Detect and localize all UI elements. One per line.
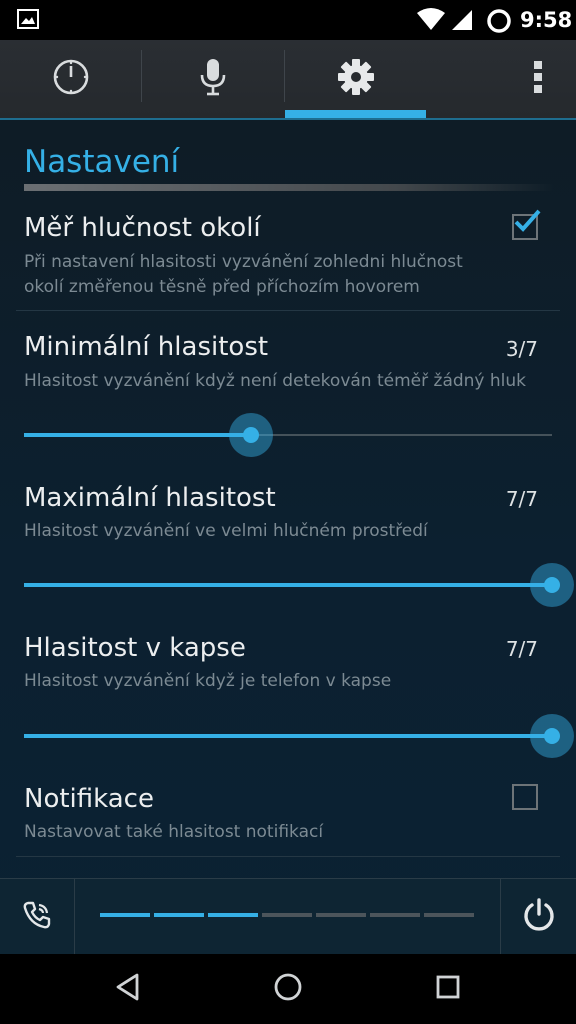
slider-thumb[interactable] [544,728,560,744]
level-segment [424,913,474,917]
pref-notifications-summary: Nastavovat také hlasitost notifikací [24,822,324,842]
clock-icon [52,58,90,100]
pref-min-volume-title: Minimální hlasitost [24,332,269,362]
sound-level-meter [100,913,474,917]
pref-min-volume-value: 3/7 [505,337,538,361]
divider [16,856,560,857]
level-segment [370,913,420,917]
tab-bar [0,40,576,120]
home-icon [273,972,303,1006]
microphone-icon [198,57,228,101]
back-icon [113,972,143,1006]
pref-measure-noise-title: Měř hlučnost okolí [24,213,261,243]
sync-ring-icon [486,8,512,38]
pref-pocket-volume-title: Hlasitost v kapse [24,633,246,663]
selected-tab-indicator [285,110,426,118]
system-nav-bar [0,954,576,1024]
pref-pocket-volume-value: 7/7 [505,637,538,661]
min-volume-slider[interactable] [24,413,552,457]
pref-max-volume-summary: Hlasitost vyzvánění ve velmi hlučném pro… [24,521,428,541]
divider [16,310,560,311]
level-segment [100,913,150,917]
recents-button[interactable] [393,954,503,1024]
cell-signal-icon [450,8,474,36]
pref-pocket-volume-summary: Hlasitost vyzvánění když je telefon v ka… [24,671,392,691]
pocket-volume-slider[interactable] [24,714,574,758]
overflow-menu-icon [532,59,544,99]
notifications-checkbox[interactable] [512,784,538,810]
pref-notifications-title: Notifikace [24,784,154,814]
recents-icon [435,974,461,1004]
tab-mic[interactable] [142,40,284,118]
slider-fill [24,433,251,437]
settings-list: Nastavení Měř hlučnost okolí Při nastave… [0,122,576,878]
power-button[interactable] [500,879,576,954]
gear-icon [337,58,375,100]
checkmark-icon [514,209,541,232]
app-screen: 9:58 Nastavení Měř hlučnost okolí Při na… [0,0,576,1024]
level-segment [262,913,312,917]
bottom-bar [0,878,576,954]
slider-thumb[interactable] [243,427,259,443]
pref-max-volume-title: Maximální hlasitost [24,483,276,513]
status-time: 9:58 [520,8,573,32]
level-segment [208,913,258,917]
power-icon [521,897,557,937]
gallery-notification-icon [17,9,39,33]
slider-thumb[interactable] [544,577,560,593]
section-divider [24,184,554,191]
measure-noise-checkbox[interactable] [512,209,541,240]
pref-measure-noise-summary: Při nastavení hlasitosti vyzvánění zohle… [24,252,463,297]
wifi-icon [416,8,446,36]
level-segment [316,913,366,917]
pref-min-volume-summary: Hlasitost vyzvánění když není detekován … [24,371,527,391]
home-button[interactable] [233,954,343,1024]
level-segment [154,913,204,917]
phone-ring-button[interactable] [0,879,75,954]
section-title: Nastavení [24,144,180,180]
tab-timer[interactable] [0,40,141,118]
phone-ring-icon [21,899,53,935]
slider-fill [24,583,552,587]
status-bar: 9:58 [0,0,576,40]
overflow-menu-button[interactable] [500,40,576,118]
pref-max-volume-value: 7/7 [505,487,538,511]
max-volume-slider[interactable] [24,563,574,607]
tab-settings[interactable] [285,40,427,118]
back-button[interactable] [73,954,183,1024]
slider-fill [24,734,552,738]
